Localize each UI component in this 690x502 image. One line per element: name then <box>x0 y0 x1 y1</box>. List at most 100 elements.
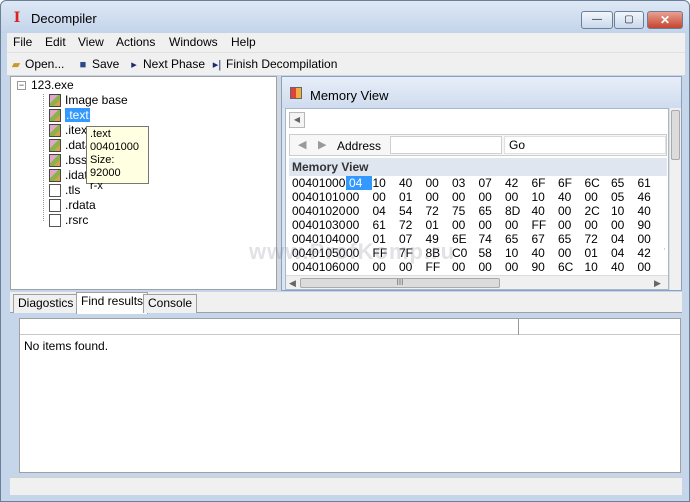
hex-byte[interactable]: 00 <box>479 260 505 272</box>
vertical-scroll-thumb[interactable] <box>671 110 680 160</box>
hex-byte[interactable]: 10 <box>585 260 611 272</box>
scroll-right-arrow-icon[interactable]: ▶ <box>654 276 661 290</box>
minimize-button[interactable]: — <box>581 11 613 29</box>
hex-byte[interactable]: 00 <box>346 190 372 204</box>
memory-view-header[interactable]: Memory View <box>282 77 681 108</box>
hex-byte[interactable]: 10 <box>505 246 531 260</box>
scroll-left-arrow-icon[interactable]: ◀ <box>289 276 296 290</box>
hex-byte[interactable]: 40 <box>399 176 425 190</box>
hex-byte[interactable]: 40 <box>532 204 558 218</box>
hex-byte[interactable]: 72 <box>399 218 425 232</box>
maximize-button[interactable]: ▢ <box>614 11 644 29</box>
hex-byte[interactable]: 61 <box>638 176 664 190</box>
horizontal-scroll-thumb[interactable]: III <box>300 278 500 288</box>
hex-row[interactable]: 00401030 00 61 72 01 00 00 00 FF 00 00 00 90 <box>292 218 665 232</box>
menu-help[interactable]: Help <box>231 35 256 49</box>
hex-byte[interactable]: 00 <box>452 190 478 204</box>
hex-byte[interactable]: 58 <box>479 246 505 260</box>
horizontal-scrollbar[interactable]: ◀ III ▶ <box>286 275 668 289</box>
vertical-scrollbar[interactable] <box>669 108 681 290</box>
tab-console[interactable]: Console <box>143 294 198 313</box>
menu-actions[interactable]: Actions <box>116 35 155 49</box>
hex-byte[interactable]: 79 <box>664 246 665 260</box>
hex-byte[interactable]: 2C <box>585 204 611 218</box>
hex-byte[interactable]: 74 <box>479 232 505 246</box>
hex-byte[interactable]: 00 <box>452 260 478 272</box>
hex-byte[interactable]: 90 <box>532 260 558 272</box>
hex-byte[interactable]: 00 <box>373 190 399 204</box>
hex-byte[interactable]: 04 <box>373 204 399 218</box>
collapse-toggle-icon[interactable]: − <box>17 81 26 90</box>
tree-item-bss[interactable]: .bss <box>49 153 87 168</box>
hex-byte[interactable]: 40 <box>638 204 664 218</box>
hex-byte[interactable]: 8D <box>505 204 531 218</box>
hex-byte[interactable]: 46 <box>638 190 664 204</box>
go-button[interactable]: Go <box>504 136 666 154</box>
tree-root[interactable]: 123.exe <box>31 78 74 93</box>
hex-byte[interactable]: 61 <box>373 218 399 232</box>
hex-byte[interactable]: 65 <box>611 176 637 190</box>
hex-byte[interactable]: 00 <box>346 204 372 218</box>
hex-byte[interactable]: 6C <box>558 260 584 272</box>
hex-byte[interactable]: 00 <box>452 218 478 232</box>
hex-byte[interactable]: 6F <box>558 176 584 190</box>
forward-arrow-icon[interactable]: ▶ <box>318 138 326 151</box>
hex-byte[interactable]: 65 <box>505 232 531 246</box>
tree-item-tls[interactable]: .tls <box>49 183 80 198</box>
next-phase-button[interactable]: ▸ Next Phase <box>127 57 205 71</box>
open-button[interactable]: ▰ Open... <box>9 57 65 71</box>
hex-byte[interactable]: 00 <box>558 204 584 218</box>
hex-byte[interactable]: 00 <box>585 218 611 232</box>
hex-byte[interactable]: 00 <box>479 190 505 204</box>
tree-item-rdata[interactable]: .rdata <box>49 198 96 213</box>
hex-byte[interactable]: 67 <box>532 232 558 246</box>
save-button[interactable]: ■ Save <box>76 57 120 71</box>
hex-byte[interactable]: 04 <box>611 232 637 246</box>
hex-byte[interactable]: 00 <box>346 218 372 232</box>
back-arrow-icon[interactable]: ◀ <box>298 138 306 151</box>
hex-byte[interactable]: 75 <box>452 204 478 218</box>
column-separator[interactable] <box>518 319 519 335</box>
hex-byte[interactable]: 00 <box>505 218 531 232</box>
hex-byte[interactable]: 40 <box>532 246 558 260</box>
hex-byte[interactable]: C0 <box>452 246 478 260</box>
hex-byte[interactable]: 54 <box>399 204 425 218</box>
hex-byte[interactable]: 00 <box>638 232 664 246</box>
hex-byte[interactable]: 03 <box>452 176 478 190</box>
hex-byte[interactable]: 01 <box>585 246 611 260</box>
hex-byte[interactable]: 07 <box>479 176 505 190</box>
hex-byte[interactable]: 00 <box>479 218 505 232</box>
hex-row[interactable]: 00401000 04 10 40 00 03 07 42 6F 6F 6C 65 61 <box>292 176 665 190</box>
hex-byte[interactable]: 01 <box>399 190 425 204</box>
menu-edit[interactable]: Edit <box>45 35 66 49</box>
hex-byte[interactable]: 00 <box>585 190 611 204</box>
tree-item-image-base[interactable]: Image base <box>49 93 128 108</box>
hex-byte[interactable]: 00 <box>558 246 584 260</box>
hex-byte[interactable]: 90 <box>638 218 664 232</box>
menu-windows[interactable]: Windows <box>169 35 218 49</box>
hex-byte[interactable]: 6F <box>532 176 558 190</box>
hex-byte[interactable]: 10 <box>532 190 558 204</box>
hex-byte[interactable]: 72 <box>426 204 452 218</box>
tree-item-itext[interactable]: .itext <box>49 123 90 138</box>
menu-file[interactable]: File <box>13 35 32 49</box>
tab-find-results[interactable]: Find results <box>76 292 149 314</box>
hex-byte[interactable]: 00 <box>505 190 531 204</box>
hex-byte[interactable]: 10 <box>373 176 399 190</box>
tab-diagnostics[interactable]: Diagostics <box>13 294 79 313</box>
hex-byte[interactable]: 00 <box>505 260 531 272</box>
hex-byte[interactable]: 42 <box>638 246 664 260</box>
hex-row[interactable]: 00401020 00 04 54 72 75 65 8D 40 00 2C 10 40 <box>292 204 665 218</box>
hex-byte[interactable]: 00 <box>611 218 637 232</box>
find-results-list[interactable]: No items found. <box>19 318 681 473</box>
hex-byte[interactable]: 6E <box>452 232 478 246</box>
hex-byte[interactable]: 65 <box>558 232 584 246</box>
hex-byte[interactable]: 04 <box>346 176 372 190</box>
hex-byte[interactable]: 04 <box>611 246 637 260</box>
hex-byte[interactable]: 00 <box>558 218 584 232</box>
hex-byte[interactable]: 6C <box>585 176 611 190</box>
hex-byte[interactable]: 72 <box>585 232 611 246</box>
hex-byte[interactable]: 10 <box>611 204 637 218</box>
hex-byte[interactable]: 65 <box>479 204 505 218</box>
hex-byte[interactable]: 00 <box>426 190 452 204</box>
